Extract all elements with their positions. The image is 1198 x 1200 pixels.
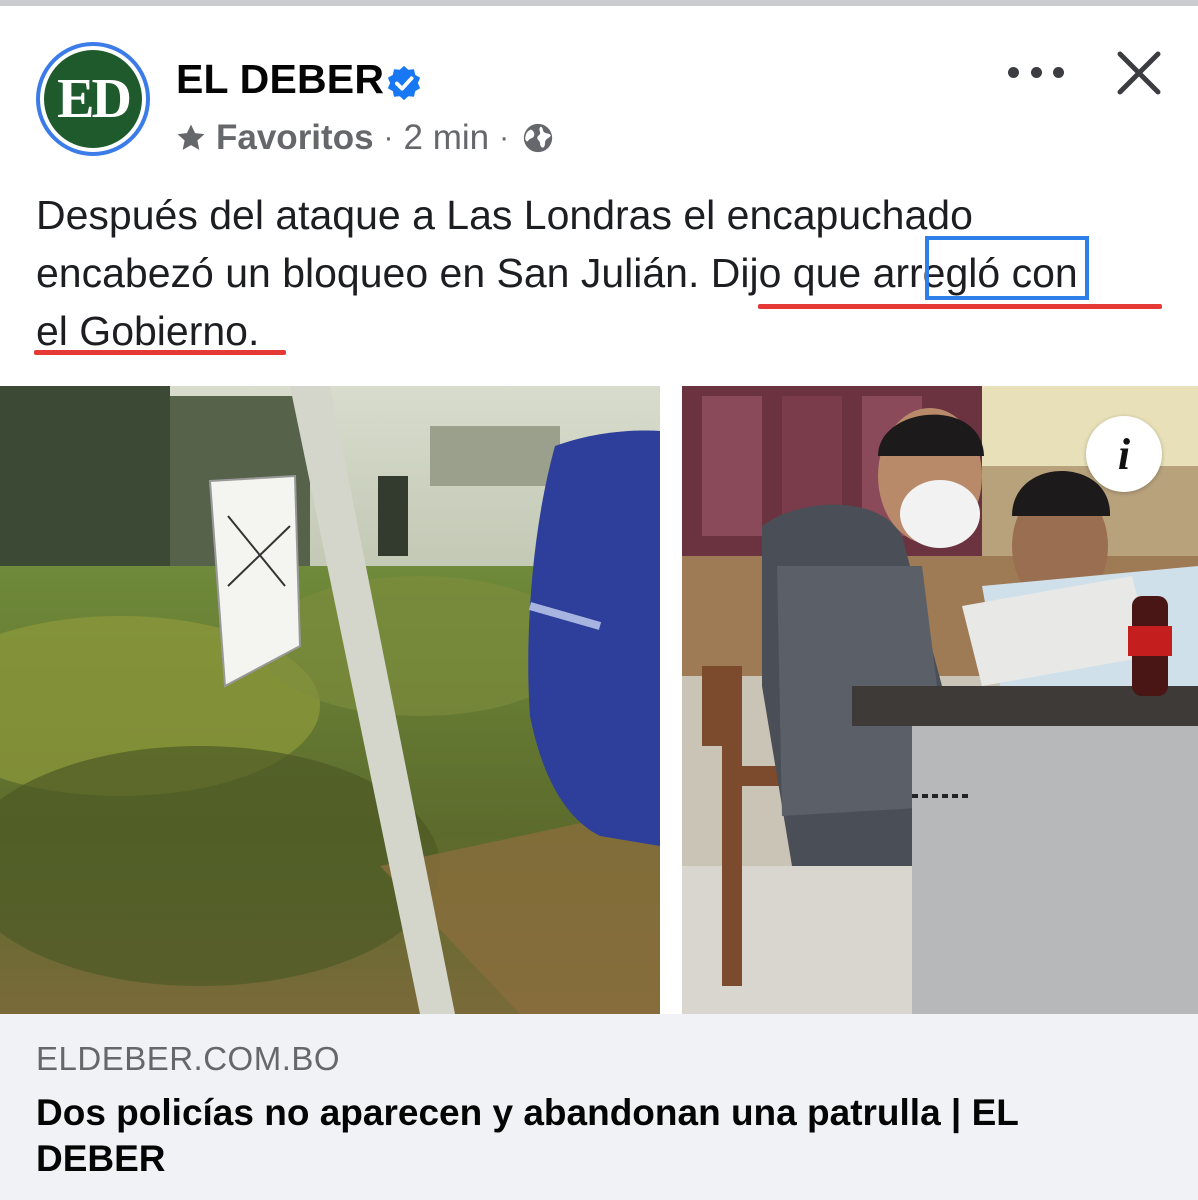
more-options-button[interactable] xyxy=(1008,52,1064,92)
meta-separator: · xyxy=(499,121,510,154)
globe-icon xyxy=(523,123,553,153)
avatar-logo: ED xyxy=(44,50,142,148)
red-underline-annotation xyxy=(758,304,1162,309)
photo-roadside-scene xyxy=(0,386,660,1014)
red-underline-annotation xyxy=(34,350,286,355)
blue-box-annotation xyxy=(925,236,1089,300)
post-timestamp[interactable]: 2 min xyxy=(404,118,490,158)
link-title[interactable]: Dos policías no aparecen y abandonan una… xyxy=(36,1090,1156,1182)
audience-label[interactable]: Favoritos xyxy=(216,118,374,158)
more-options-icon xyxy=(1053,66,1064,78)
top-divider xyxy=(0,0,1198,6)
star-icon xyxy=(177,124,205,150)
info-icon[interactable]: i xyxy=(1086,416,1162,492)
page-name[interactable]: EL DEBER xyxy=(176,56,384,103)
meta-separator: · xyxy=(383,121,394,154)
page-avatar[interactable]: ED xyxy=(36,42,150,156)
post-meta: Favoritos · 2 min · xyxy=(174,116,555,160)
link-preview-image[interactable] xyxy=(0,386,1198,1014)
more-options-icon xyxy=(1030,66,1042,78)
verified-badge-icon xyxy=(387,65,421,101)
close-icon[interactable] xyxy=(1114,48,1164,98)
more-options-icon xyxy=(1008,66,1019,78)
link-domain: ELDEBER.COM.BO xyxy=(36,1040,341,1077)
